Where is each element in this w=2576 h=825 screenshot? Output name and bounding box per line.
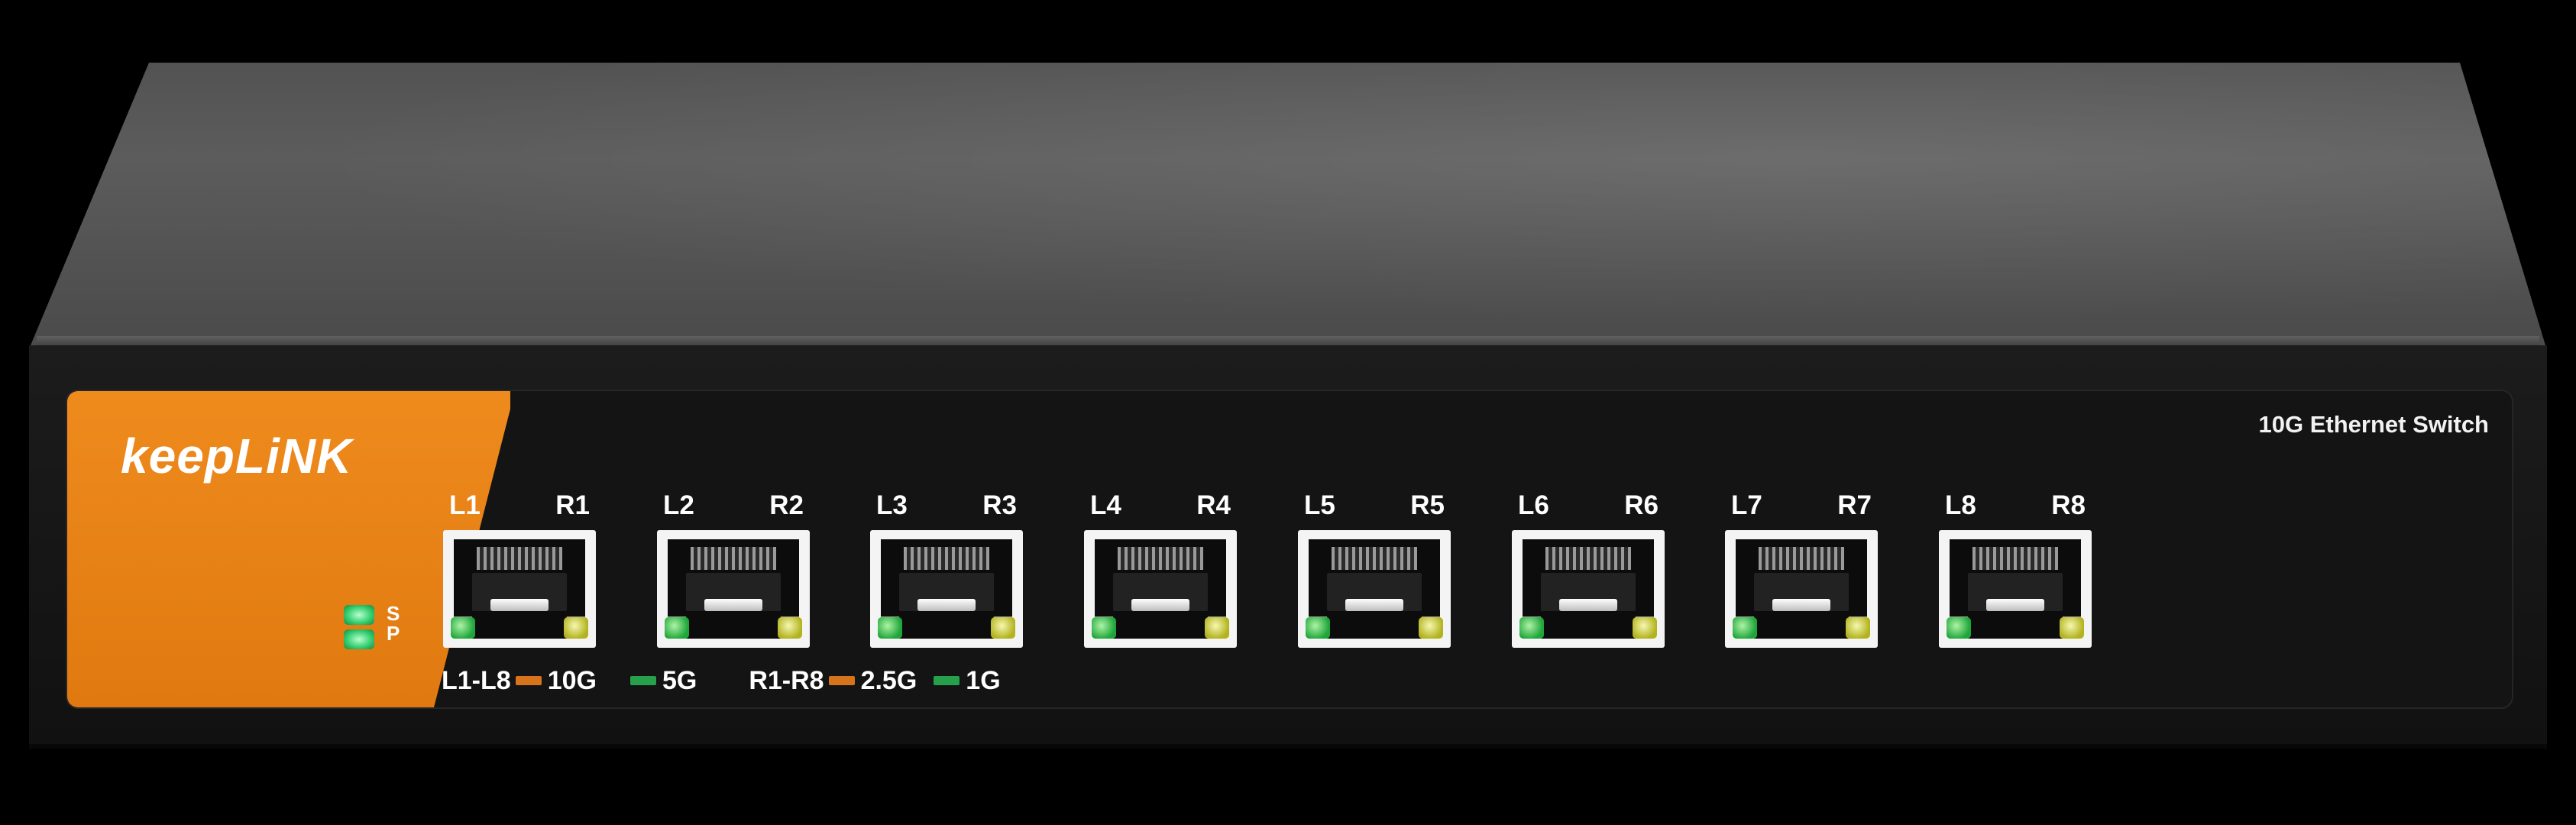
rj45-jack[interactable] [1512, 530, 1665, 648]
port-label-right: R5 [1410, 490, 1445, 520]
port-5[interactable]: L5 R5 [1298, 490, 1451, 648]
link-led-yellow [1205, 617, 1229, 639]
speed-legend: L1-L8 10G 5G R1-R8 2.5G 1G [442, 665, 1001, 696]
link-led-green [1947, 617, 1971, 639]
link-led-green [451, 617, 475, 639]
link-led-yellow [991, 617, 1015, 639]
link-led-green [878, 617, 902, 639]
port-label-right: R3 [982, 490, 1017, 520]
link-led-yellow [1633, 617, 1657, 639]
port-label-right: R8 [2051, 490, 2086, 520]
port-label-right: R4 [1196, 490, 1231, 520]
port-label-left: L1 [449, 490, 481, 520]
port-label-right: R1 [555, 490, 590, 520]
legend-swatch-green [629, 676, 656, 686]
port-label-left: L5 [1304, 490, 1335, 520]
status-leds [344, 605, 374, 654]
legend-r-speed-a: 2.5G [860, 665, 917, 695]
port-label-left: L3 [876, 490, 908, 520]
status-led-p [344, 629, 374, 649]
legend-r-group: R1-R8 [749, 665, 824, 695]
link-led-yellow [564, 617, 588, 639]
port-label-right: R7 [1837, 490, 1872, 520]
switch-top-cover [31, 63, 2545, 345]
port-3[interactable]: L3 R3 [870, 490, 1023, 648]
link-led-yellow [778, 617, 802, 639]
port-8[interactable]: L8 R8 [1939, 490, 2092, 648]
status-led-label-p: P [387, 622, 400, 645]
link-led-yellow [1419, 617, 1443, 639]
rj45-jack[interactable] [1298, 530, 1451, 648]
port-7[interactable]: L7 R7 [1725, 490, 1878, 648]
port-label-right: R6 [1624, 490, 1659, 520]
rj45-jack[interactable] [1939, 530, 2092, 648]
link-led-green [1519, 617, 1544, 639]
link-led-green [1306, 617, 1330, 639]
port-2[interactable]: L2 R2 [657, 490, 810, 648]
rj45-jack[interactable] [657, 530, 810, 648]
port-4[interactable]: L4 R4 [1084, 490, 1237, 648]
port-label-left: L6 [1518, 490, 1549, 520]
port-label-left: L7 [1731, 490, 1762, 520]
switch-front-panel: keepLiNK 10G Ethernet Switch S P L1 R1 L… [66, 390, 2513, 709]
rj45-jack[interactable] [443, 530, 596, 648]
port-label-right: R2 [769, 490, 804, 520]
legend-l-speed-a: 10G [547, 665, 597, 695]
port-label-left: L4 [1090, 490, 1121, 520]
port-label-left: L2 [663, 490, 694, 520]
link-led-yellow [1846, 617, 1870, 639]
rj45-jack[interactable] [870, 530, 1023, 648]
link-led-yellow [2060, 617, 2084, 639]
port-1[interactable]: L1 R1 [443, 490, 596, 648]
link-led-green [1092, 617, 1116, 639]
brand-logo: keepLiNK [121, 429, 353, 484]
rj45-jack[interactable] [1725, 530, 1878, 648]
legend-r-speed-b: 1G [966, 665, 1001, 695]
model-label: 10G Ethernet Switch [2258, 411, 2489, 438]
legend-l-group: L1-L8 [442, 665, 511, 695]
legend-swatch-orange [828, 676, 855, 686]
port-6[interactable]: L6 R6 [1512, 490, 1665, 648]
legend-swatch-orange [515, 676, 542, 686]
legend-l-speed-b: 5G [662, 665, 697, 695]
legend-swatch-green [934, 676, 960, 686]
link-led-green [1733, 617, 1757, 639]
rj45-jack[interactable] [1084, 530, 1237, 648]
link-led-green [665, 617, 689, 639]
status-led-s [344, 605, 374, 625]
port-label-left: L8 [1945, 490, 1976, 520]
